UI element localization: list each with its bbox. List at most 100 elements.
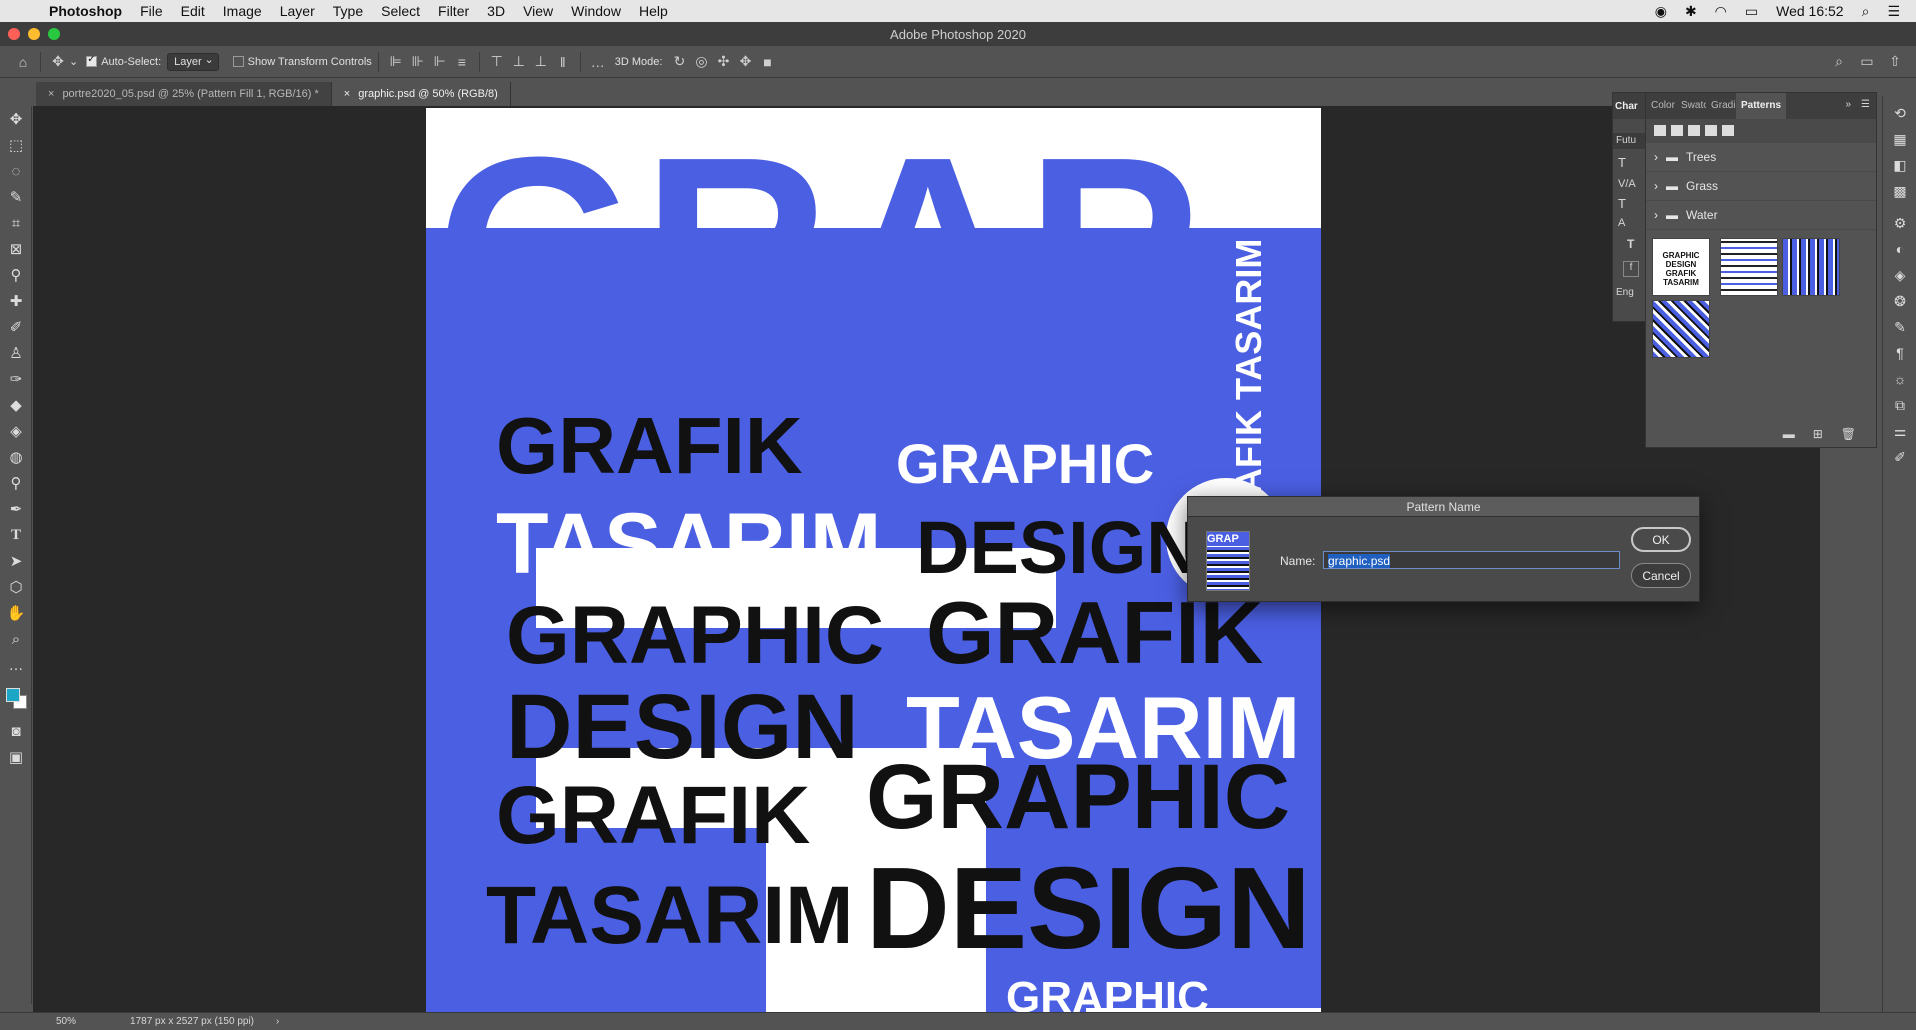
path-select-tool-icon[interactable]: ➤ <box>0 548 32 574</box>
kerning-icon[interactable]: V/A <box>1613 176 1645 192</box>
bold-icon[interactable]: T <box>1613 231 1645 257</box>
3d-roll-icon[interactable]: ◎ <box>690 51 712 73</box>
brush-tool-icon[interactable]: ✐ <box>0 314 32 340</box>
menu-help[interactable]: Help <box>630 3 677 19</box>
distribute-vertical-icon[interactable]: ‖ <box>552 51 574 73</box>
tab-graphic[interactable]: × graphic.psd @ 50% (RGB/8) <box>331 82 511 106</box>
adjustments-icon[interactable]: ◐ <box>1883 236 1916 262</box>
align-left-icon[interactable]: ⊫ <box>385 51 407 73</box>
swatch-icon[interactable]: ◧ <box>1883 152 1916 178</box>
healing-tool-icon[interactable]: ✚ <box>0 288 32 314</box>
chevron-right-icon[interactable]: › <box>1654 179 1658 193</box>
menu-type[interactable]: Type <box>324 3 372 19</box>
pattern-thumb[interactable] <box>1720 238 1778 296</box>
pattern-name-input[interactable]: graphic.psd <box>1323 551 1620 569</box>
menu-select[interactable]: Select <box>372 3 429 19</box>
pattern-thumb[interactable]: GRAPHIC DESIGN GRAFIK TASARIM <box>1652 238 1710 296</box>
clock[interactable]: Wed 16:52 <box>1776 3 1843 19</box>
leading-icon[interactable]: T <box>1613 192 1645 215</box>
creative-cloud-icon[interactable]: ◉ <box>1655 3 1667 20</box>
properties-icon[interactable]: ⚙ <box>1883 210 1916 236</box>
wifi-icon[interactable]: ◠ <box>1715 3 1727 20</box>
preset-icon[interactable] <box>1722 125 1734 136</box>
align-top-icon[interactable]: ⊤ <box>486 51 508 73</box>
pattern-group-water[interactable]: › ▬ Water <box>1646 201 1876 230</box>
history-icon[interactable]: ⧉ <box>1883 392 1916 418</box>
close-window-button[interactable] <box>8 28 20 40</box>
share-icon[interactable]: ⇧ <box>1884 51 1906 73</box>
preset-icon[interactable] <box>1688 125 1700 136</box>
lightbulb-icon[interactable]: ☼ <box>1883 366 1916 392</box>
paragraph-icon[interactable]: ¶ <box>1883 340 1916 366</box>
zoom-window-button[interactable] <box>48 28 60 40</box>
brush-settings-icon[interactable]: ✐ <box>1883 444 1916 470</box>
tab-color[interactable]: Color <box>1646 93 1676 119</box>
patterns-icon[interactable]: ▩ <box>1883 178 1916 204</box>
chevron-right-icon[interactable]: › <box>276 1016 279 1027</box>
tab-portre[interactable]: × portre2020_05.psd @ 25% (Pattern Fill … <box>36 82 332 106</box>
align-right-icon[interactable]: ⊩ <box>429 51 451 73</box>
quick-select-tool-icon[interactable]: ✎ <box>0 184 32 210</box>
align-bottom-icon[interactable]: ⊥ <box>530 51 552 73</box>
chevron-right-icon[interactable]: › <box>1654 208 1658 222</box>
transform-controls-checkbox[interactable] <box>232 56 244 67</box>
3d-pan-icon[interactable]: ✣ <box>712 51 734 73</box>
pen-tool-icon[interactable]: ✒ <box>0 496 32 522</box>
blur-tool-icon[interactable]: ◍ <box>0 444 32 470</box>
close-tab-icon[interactable]: × <box>48 88 54 100</box>
type-tool-icon[interactable]: T <box>0 522 32 548</box>
more-icon[interactable]: … <box>587 51 609 73</box>
zoom-tool-icon[interactable]: ⌕ <box>0 626 32 652</box>
pattern-group-grass[interactable]: › ▬ Grass <box>1646 172 1876 201</box>
shape-tool-icon[interactable]: ⬡ <box>0 574 32 600</box>
eraser-tool-icon[interactable]: ◆ <box>0 392 32 418</box>
menu-image[interactable]: Image <box>214 3 271 19</box>
menu-layer[interactable]: Layer <box>271 3 324 19</box>
auto-select-dropdown[interactable]: Layer <box>167 52 219 71</box>
close-tab-icon[interactable]: × <box>344 88 350 100</box>
quick-mask-icon[interactable]: ◙ <box>0 718 32 744</box>
tab-character[interactable]: Char <box>1613 93 1645 119</box>
workspace-icon[interactable]: ▭ <box>1856 51 1878 73</box>
new-pattern-icon[interactable]: ⊞ <box>1813 427 1823 441</box>
home-icon[interactable]: ⌂ <box>12 51 34 73</box>
frame-tool-icon[interactable]: ⊠ <box>0 236 32 262</box>
move-tool-icon[interactable]: ✥ <box>0 106 32 132</box>
zoom-level[interactable]: 50% <box>56 1016 76 1027</box>
marquee-tool-icon[interactable]: ⬚ <box>0 132 32 158</box>
document-info[interactable]: 1787 px x 2527 px (150 ppi) <box>130 1016 254 1027</box>
sliders-icon[interactable]: ⚌ <box>1883 418 1916 444</box>
3d-orbit-icon[interactable]: ↻ <box>668 51 690 73</box>
eyedropper-tool-icon[interactable]: ⚲ <box>0 262 32 288</box>
cancel-button[interactable]: Cancel <box>1631 563 1691 588</box>
scale-icon[interactable]: A <box>1613 215 1645 231</box>
font-size-icon[interactable]: T <box>1613 149 1645 176</box>
dodge-tool-icon[interactable]: ⚲ <box>0 470 32 496</box>
display-icon[interactable]: ▭ <box>1745 3 1758 20</box>
screen-mode-icon[interactable]: ▣ <box>0 744 32 770</box>
3d-slide-icon[interactable]: ✥ <box>734 51 756 73</box>
preset-icon[interactable] <box>1705 125 1717 136</box>
menu-view[interactable]: View <box>514 3 562 19</box>
layers-icon[interactable]: ◈ <box>1883 262 1916 288</box>
collapse-icon[interactable]: » <box>1841 93 1855 119</box>
channels-icon[interactable]: ❂ <box>1883 288 1916 314</box>
auto-select-checkbox[interactable] <box>86 54 98 67</box>
font-field[interactable]: Futu <box>1613 133 1645 149</box>
tab-gradients[interactable]: Gradi <box>1706 93 1736 119</box>
stamp-tool-icon[interactable]: ♙ <box>0 340 32 366</box>
trash-icon[interactable]: 🗑 <box>1841 427 1856 441</box>
menu-file[interactable]: File <box>131 3 172 19</box>
paths-icon[interactable]: ✎ <box>1883 314 1916 340</box>
crop-tool-icon[interactable]: ⌗ <box>0 210 32 236</box>
preset-icon[interactable] <box>1671 125 1683 136</box>
search-icon[interactable]: ⌕ <box>1862 3 1870 20</box>
foreground-color-swatch[interactable] <box>6 688 20 702</box>
menu-edit[interactable]: Edit <box>172 3 214 19</box>
menu-filter[interactable]: Filter <box>429 3 478 19</box>
panel-menu-icon[interactable]: ☰ <box>1855 93 1876 119</box>
color-swatches[interactable] <box>0 678 31 718</box>
pattern-thumb[interactable] <box>1782 238 1840 296</box>
minimize-window-button[interactable] <box>28 28 40 40</box>
search-icon[interactable]: ⌕ <box>1828 51 1850 73</box>
